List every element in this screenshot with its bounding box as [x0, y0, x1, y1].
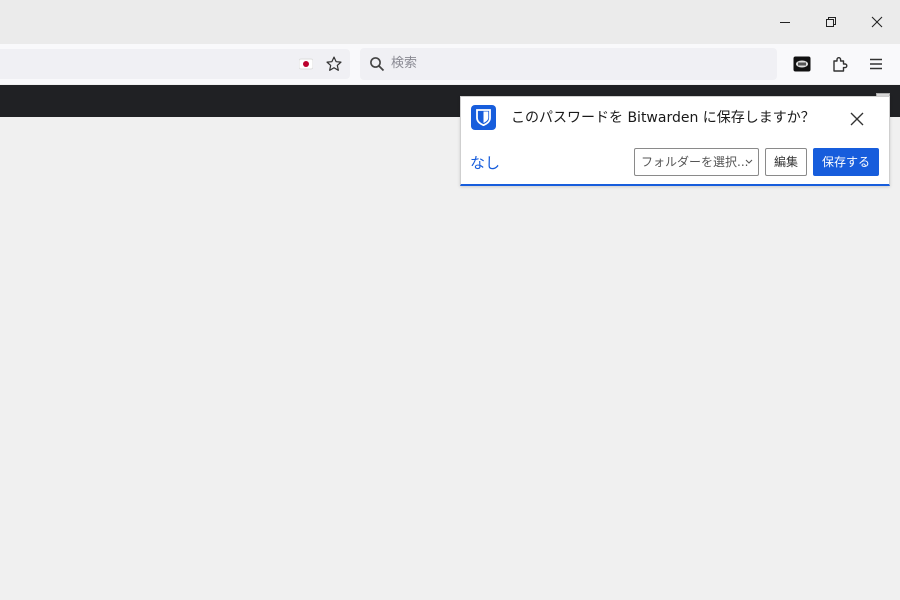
- bookmark-star-icon: [326, 56, 342, 71]
- extensions-icon: [833, 57, 848, 72]
- folder-select[interactable]: フォルダーを選択...: [634, 148, 759, 176]
- bitwarden-logo-icon: [471, 105, 496, 130]
- folder-select-value: フォルダーを選択...: [641, 155, 749, 169]
- bitwarden-extension-icon: [793, 56, 811, 72]
- bitwarden-extension-button[interactable]: [786, 49, 818, 79]
- close-icon: [871, 16, 883, 28]
- never-save-link[interactable]: なし: [470, 152, 500, 173]
- bookmark-button[interactable]: [318, 49, 350, 79]
- search-icon: [370, 57, 385, 72]
- notification-message: このパスワードを Bitwarden に保存しますか？: [511, 110, 815, 126]
- restore-icon: [826, 17, 836, 27]
- window-titlebar: [0, 0, 900, 44]
- restore-button[interactable]: [808, 0, 854, 44]
- close-icon: [850, 112, 864, 126]
- url-bar[interactable]: [0, 49, 350, 79]
- bitwarden-save-notification: このパスワードを Bitwarden に保存しますか？ なし フォルダーを選択.…: [460, 96, 890, 186]
- chevron-down-icon: [745, 159, 753, 164]
- search-bar[interactable]: 検索: [360, 48, 777, 80]
- notification-close-button[interactable]: [845, 107, 869, 131]
- menu-icon: [870, 58, 882, 70]
- save-button[interactable]: 保存する: [813, 148, 879, 176]
- edit-button[interactable]: 編集: [765, 148, 807, 176]
- extensions-button[interactable]: [824, 49, 856, 79]
- minimize-button[interactable]: [762, 0, 808, 44]
- japan-flag-icon: [299, 58, 313, 70]
- search-placeholder: 検索: [391, 56, 418, 71]
- close-window-button[interactable]: [854, 0, 900, 44]
- app-menu-button[interactable]: [860, 49, 892, 79]
- minimize-icon: [780, 22, 790, 23]
